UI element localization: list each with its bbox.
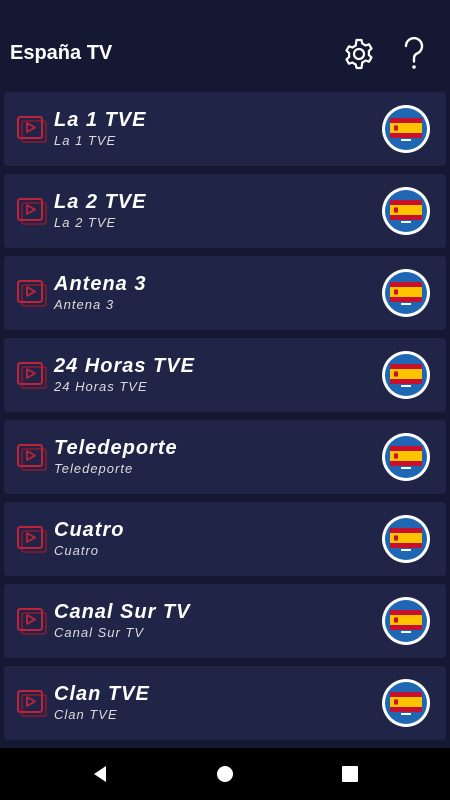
spain-flag-icon xyxy=(381,514,431,564)
channel-texts: Antena 3 Antena 3 xyxy=(54,272,354,314)
spain-flag-icon xyxy=(381,350,431,400)
spain-flag-icon xyxy=(381,104,431,154)
gear-icon[interactable] xyxy=(342,37,376,71)
play-video-icon xyxy=(16,442,48,472)
system-nav-bar xyxy=(0,748,450,800)
spain-flag-icon xyxy=(381,596,431,646)
app-title: España TV xyxy=(10,42,113,64)
channel-name: La 2 TVE xyxy=(54,191,147,213)
channel-item[interactable]: 24 Horas TVE 24 Horas TVE xyxy=(4,338,446,412)
play-video-icon xyxy=(16,360,48,390)
channel-subtitle: Canal Sur TV xyxy=(54,625,145,640)
channel-subtitle: Antena 3 xyxy=(54,297,115,312)
play-video-icon xyxy=(16,524,48,554)
back-icon[interactable] xyxy=(88,762,112,786)
channel-name: La 1 TVE xyxy=(54,109,147,131)
channel-subtitle: La 1 TVE xyxy=(54,133,117,148)
spain-flag-icon xyxy=(381,268,431,318)
play-video-icon xyxy=(16,278,48,308)
spain-flag-icon xyxy=(381,678,431,728)
channel-item[interactable]: Teledeporte Teledeporte xyxy=(4,420,446,494)
channel-texts: Clan TVE Clan TVE xyxy=(54,682,354,724)
channel-texts: La 2 TVE La 2 TVE xyxy=(54,190,354,232)
channel-name: Teledeporte xyxy=(54,437,178,459)
play-video-icon xyxy=(16,606,48,636)
channel-item[interactable]: Antena 3 Antena 3 xyxy=(4,256,446,330)
recent-apps-icon[interactable] xyxy=(338,762,362,786)
channel-texts: La 1 TVE La 1 TVE xyxy=(54,108,354,150)
channel-list: La 1 TVE La 1 TVE La 2 TVE La 2 TVE Antena 3… xyxy=(4,92,446,748)
channel-name: 24 Horas TVE xyxy=(54,355,195,377)
channel-subtitle: Cuatro xyxy=(54,543,100,558)
play-video-icon xyxy=(16,114,48,144)
channel-texts: Canal Sur TV Canal Sur TV xyxy=(54,600,354,642)
spain-flag-icon xyxy=(381,186,431,236)
play-video-icon xyxy=(16,196,48,226)
channel-name: Antena 3 xyxy=(54,273,147,295)
channel-name: Cuatro xyxy=(54,519,125,541)
channel-subtitle: Clan TVE xyxy=(54,707,118,722)
channel-texts: Cuatro Cuatro xyxy=(54,518,354,560)
channel-item[interactable]: Cuatro Cuatro xyxy=(4,502,446,576)
spain-flag-icon xyxy=(381,432,431,482)
channel-item[interactable]: La 2 TVE La 2 TVE xyxy=(4,174,446,248)
channel-item[interactable]: La 1 TVE La 1 TVE xyxy=(4,92,446,166)
play-video-icon xyxy=(16,688,48,718)
home-icon[interactable] xyxy=(213,762,237,786)
help-icon[interactable] xyxy=(400,36,428,72)
channel-item[interactable]: Canal Sur TV Canal Sur TV xyxy=(4,584,446,658)
app-bar: España TV xyxy=(0,0,450,88)
channel-subtitle: La 2 TVE xyxy=(54,215,117,230)
channel-texts: 24 Horas TVE 24 Horas TVE xyxy=(54,354,354,396)
channel-item[interactable]: Clan TVE Clan TVE xyxy=(4,666,446,740)
channel-name: Canal Sur TV xyxy=(54,601,191,623)
channel-subtitle: 24 Horas TVE xyxy=(54,379,148,394)
channel-name: Clan TVE xyxy=(54,683,150,705)
channel-texts: Teledeporte Teledeporte xyxy=(54,436,354,478)
channel-subtitle: Teledeporte xyxy=(54,461,134,476)
